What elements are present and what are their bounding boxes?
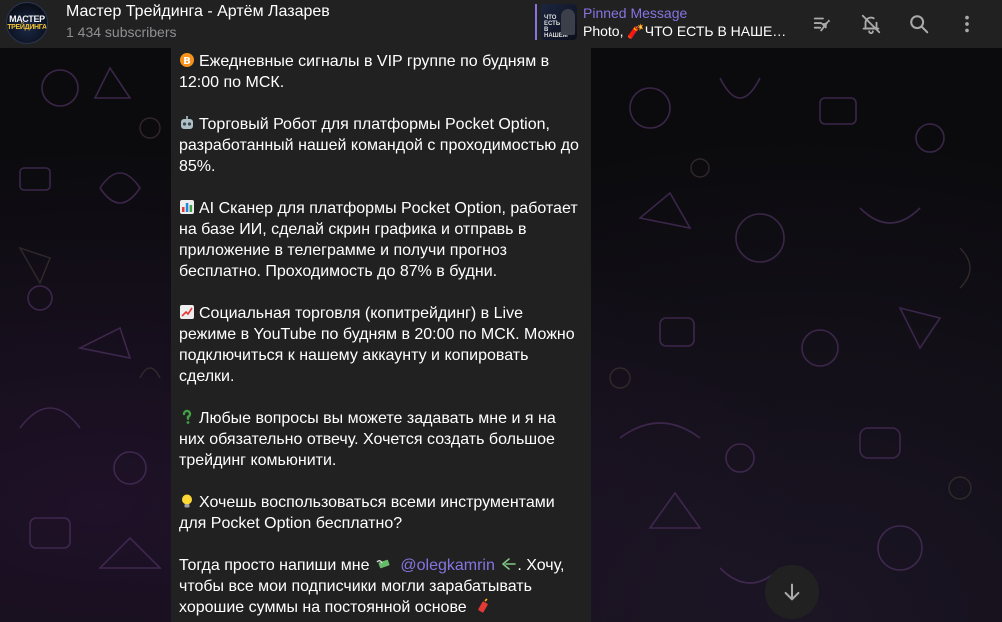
pinned-label: Pinned Message bbox=[583, 4, 688, 21]
post-text: Социальная торговля (копитрейдинг) в Liv… bbox=[179, 305, 575, 385]
firecracker-icon bbox=[478, 598, 488, 613]
pinned-thumbnail: ЧТО ЕСТЬ В НАШЕМ bbox=[541, 4, 577, 40]
chat-header: МАСТЕР ТРЕЙДИНГА Мастер Трейдинга - Артё… bbox=[0, 0, 1002, 48]
post-text: Тогда просто напиши мне bbox=[179, 557, 370, 574]
post-paragraph-contact: Тогда просто напиши мне @olegkamrin . Хо… bbox=[179, 555, 581, 618]
lightbulb-icon bbox=[182, 494, 192, 508]
chart-increasing-icon bbox=[180, 305, 194, 319]
svg-text:B: B bbox=[183, 56, 191, 67]
subscriber-count: 1 434 subscribers bbox=[66, 24, 177, 40]
search-icon[interactable] bbox=[903, 8, 935, 40]
channel-post: B Ежедневные сигналы в VIP группе по будн… bbox=[171, 48, 591, 622]
post-paragraph-questions: Любые вопросы вы можете задавать мне и я… bbox=[179, 408, 581, 471]
arrow-down-icon bbox=[784, 583, 800, 601]
post-paragraph-ai-scanner: AI Сканер для платформы Pocket Option, р… bbox=[179, 198, 581, 282]
bell-off-icon[interactable] bbox=[855, 8, 887, 40]
robot-icon bbox=[181, 116, 193, 129]
post-text: AI Сканер для платформы Pocket Option, р… bbox=[179, 200, 578, 280]
post-paragraph-copytrading: Социальная торговля (копитрейдинг) в Liv… bbox=[179, 303, 581, 387]
post-paragraph-free-tools: Хочешь воспользоваться всеми инструмента… bbox=[179, 492, 581, 534]
channel-info[interactable]: Мастер Трейдинга - Артём Лазарев 1 434 s… bbox=[66, 2, 330, 41]
post-paragraph-robot: Торговый Робот для платформы Pocket Opti… bbox=[179, 114, 581, 177]
post-text: Любые вопросы вы можете задавать мне и я… bbox=[179, 410, 556, 469]
pinned-thumb-person bbox=[561, 9, 575, 35]
post-paragraph-vip-signals: B Ежедневные сигналы в VIP группе по будн… bbox=[179, 51, 581, 93]
pinned-thumb-text: ЧТО ЕСТЬ В НАШЕМ bbox=[544, 15, 568, 39]
avatar-text-top: МАСТЕР bbox=[9, 13, 45, 24]
point-left-icon bbox=[502, 558, 517, 570]
mention-link[interactable]: @olegkamrin bbox=[400, 557, 495, 574]
channel-title: Мастер Трейдинга - Артём Лазарев bbox=[66, 3, 330, 20]
bar-chart-icon bbox=[180, 200, 194, 214]
pinned-message[interactable]: ЧТО ЕСТЬ В НАШЕМ Pinned Message Photo, 🧨… bbox=[535, 4, 795, 40]
pin-list-icon[interactable] bbox=[807, 8, 839, 40]
post-text: Торговый Робот для платформы Pocket Opti… bbox=[179, 116, 579, 175]
question-icon bbox=[182, 409, 192, 424]
money-wings-icon bbox=[376, 559, 390, 569]
post-text: Ежедневные сигналы в VIP группе по будня… bbox=[179, 53, 550, 91]
bitcoin-icon: B bbox=[180, 53, 194, 67]
more-vertical-icon[interactable] bbox=[951, 8, 983, 40]
channel-avatar[interactable]: МАСТЕР ТРЕЙДИНГА bbox=[6, 2, 48, 44]
post-text: Хочешь воспользоваться всеми инструмента… bbox=[179, 494, 555, 532]
avatar-text-bottom: ТРЕЙДИНГА bbox=[7, 23, 47, 31]
scroll-to-bottom-button[interactable] bbox=[765, 565, 819, 619]
pinned-preview: Photo, 🧨ЧТО ЕСТЬ В НАШЕ… bbox=[583, 22, 787, 39]
